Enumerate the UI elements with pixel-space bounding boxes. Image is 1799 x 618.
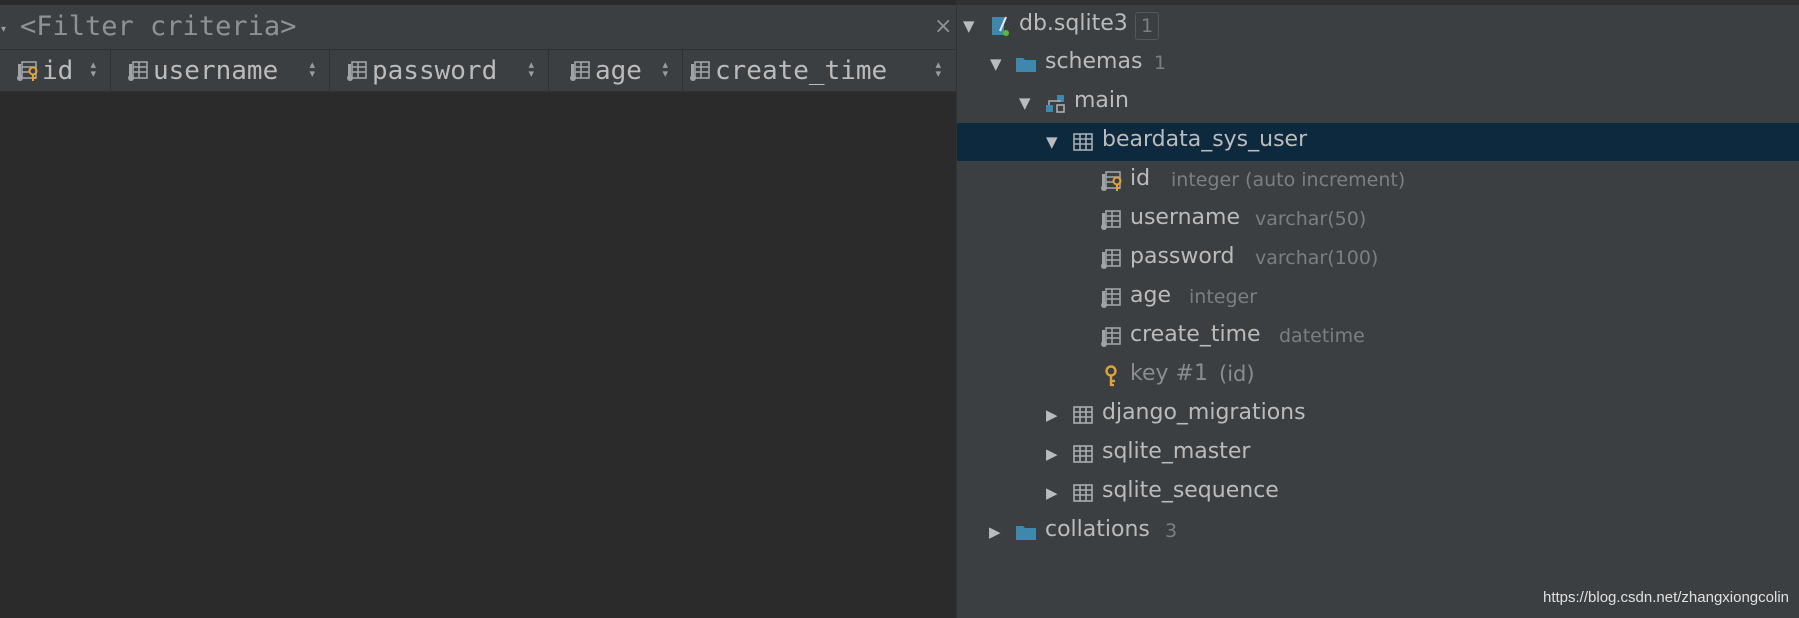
- filter-bar: ▾ <Filter criteria> ×: [0, 5, 956, 50]
- column-icon: [569, 60, 591, 82]
- column-name: username: [1130, 205, 1240, 230]
- tree-node-column-password[interactable]: password varchar(100): [957, 240, 1799, 278]
- grid-column-label: id: [42, 55, 74, 86]
- primary-key-column-icon: [1100, 170, 1122, 192]
- column-name: create_time: [1130, 322, 1261, 347]
- tree-node-key[interactable]: key #1 (id): [957, 357, 1799, 395]
- column-icon: [1100, 248, 1122, 270]
- column-type: integer: [1189, 286, 1258, 308]
- tree-node-main[interactable]: ▼ main: [957, 84, 1799, 122]
- grid-column-username[interactable]: username ▴ ▾: [111, 50, 330, 91]
- sort-icon[interactable]: ▴ ▾: [90, 59, 96, 79]
- grid-column-password[interactable]: password ▴ ▾: [330, 50, 549, 91]
- tree-node-schemas[interactable]: ▼ schemas 1: [957, 45, 1799, 83]
- tree-node-column-create-time[interactable]: create_time datetime: [957, 318, 1799, 356]
- expand-arrow-icon[interactable]: ▶: [1046, 406, 1058, 424]
- grid-column-header: id ▴ ▾ username ▴ ▾ password ▴ ▾ age ▴ ▾ cre…: [0, 50, 956, 92]
- tree-node-label: schemas: [1045, 49, 1143, 74]
- tree-node-column-username[interactable]: username varchar(50): [957, 201, 1799, 239]
- tree-node-column-age[interactable]: age integer: [957, 279, 1799, 317]
- table-icon: [1072, 443, 1094, 465]
- tree-node-table-beardata-sys-user[interactable]: ▼ beardata_sys_user: [957, 123, 1799, 161]
- clear-filter-icon[interactable]: ×: [934, 14, 952, 39]
- grid-column-label: age: [595, 55, 642, 86]
- tree-node-label: sqlite_sequence: [1102, 478, 1279, 503]
- tree-node-table-django-migrations[interactable]: ▶ django_migrations: [957, 396, 1799, 434]
- sort-icon[interactable]: ▴ ▾: [309, 59, 315, 79]
- tree-node-table-sqlite-sequence[interactable]: ▶ sqlite_sequence: [957, 474, 1799, 512]
- sort-icon[interactable]: ▴ ▾: [935, 59, 941, 79]
- grid-column-create-time[interactable]: create_time ▴ ▾: [683, 50, 955, 91]
- child-count: 3: [1165, 520, 1178, 542]
- tree-node-table-sqlite-master[interactable]: ▶ sqlite_master: [957, 435, 1799, 473]
- column-type: integer (auto increment): [1171, 169, 1406, 191]
- column-icon: [1100, 287, 1122, 309]
- column-icon: [1100, 326, 1122, 348]
- schema-icon: [1044, 92, 1066, 114]
- collapse-arrow-icon[interactable]: ▼: [1046, 133, 1058, 151]
- expand-arrow-icon[interactable]: ▶: [1046, 484, 1058, 502]
- column-icon: [127, 60, 149, 82]
- expand-arrow-icon[interactable]: ▶: [989, 523, 1001, 541]
- tree-node-label: main: [1074, 88, 1129, 113]
- column-icon: [1100, 209, 1122, 231]
- column-icon: [346, 60, 368, 82]
- column-icon: [689, 60, 711, 82]
- collapse-arrow-icon[interactable]: ▼: [963, 17, 975, 35]
- column-name: password: [1130, 244, 1235, 269]
- filter-criteria-input[interactable]: <Filter criteria>: [20, 11, 296, 42]
- folder-icon: [1015, 521, 1037, 543]
- folder-icon: [1015, 53, 1037, 75]
- tree-node-label: collations: [1045, 517, 1150, 542]
- tree-node-label: beardata_sys_user: [1102, 127, 1308, 152]
- watermark: https://blog.csdn.net/zhangxiongcolin: [1543, 589, 1789, 606]
- data-source-badge: 1: [1135, 12, 1160, 40]
- sqlite-database-icon: [989, 15, 1011, 37]
- tree-node-label: db.sqlite3: [1019, 11, 1128, 36]
- tree-node-database[interactable]: ▼ db.sqlite3 1: [957, 7, 1799, 45]
- column-type: varchar(50): [1255, 208, 1367, 230]
- tree-node-column-id[interactable]: id integer (auto increment): [957, 162, 1799, 200]
- data-editor-pane: ▾ <Filter criteria> × id ▴ ▾ username ▴ ▾ …: [0, 0, 957, 618]
- expand-arrow-icon[interactable]: ▶: [1046, 445, 1058, 463]
- key-icon: [1100, 365, 1122, 387]
- column-type: datetime: [1279, 325, 1365, 347]
- column-name: id: [1130, 166, 1151, 191]
- primary-key-column-icon: [16, 60, 38, 82]
- database-tree: ▼ db.sqlite3 1 ▼ schemas 1 ▼ main ▼ bear…: [957, 5, 1799, 618]
- tree-node-label: django_migrations: [1102, 400, 1306, 425]
- key-columns: (id): [1219, 362, 1255, 386]
- sort-icon[interactable]: ▴ ▾: [528, 59, 534, 79]
- key-name: key #1: [1130, 361, 1208, 386]
- column-name: age: [1130, 283, 1171, 308]
- column-type: varchar(100): [1255, 247, 1379, 269]
- child-count: 1: [1154, 52, 1167, 74]
- sort-icon[interactable]: ▴ ▾: [662, 59, 668, 79]
- table-icon: [1072, 482, 1094, 504]
- filter-history-dropdown-icon[interactable]: ▾: [1, 24, 6, 35]
- grid-column-label: password: [372, 55, 498, 86]
- grid-column-label: create_time: [715, 55, 888, 86]
- tree-node-label: sqlite_master: [1102, 439, 1251, 464]
- table-icon: [1072, 131, 1094, 153]
- grid-column-id[interactable]: id ▴ ▾: [0, 50, 111, 91]
- grid-column-label: username: [153, 55, 279, 86]
- table-icon: [1072, 404, 1094, 426]
- tree-node-collations[interactable]: ▶ collations 3: [957, 513, 1799, 551]
- collapse-arrow-icon[interactable]: ▼: [1019, 94, 1031, 112]
- collapse-arrow-icon[interactable]: ▼: [990, 55, 1002, 73]
- grid-column-age[interactable]: age ▴ ▾: [549, 50, 683, 91]
